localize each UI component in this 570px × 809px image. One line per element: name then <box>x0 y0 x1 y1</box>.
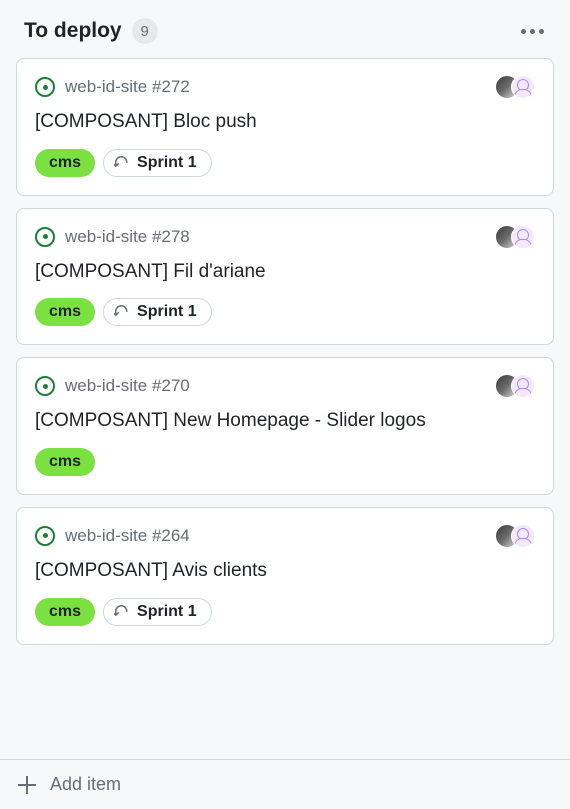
iteration-icon <box>114 304 130 320</box>
open-issue-icon <box>35 77 55 97</box>
repo-reference[interactable]: web-id-site #272 <box>65 77 190 97</box>
avatar <box>511 524 535 548</box>
labels-row: cms Sprint 1 <box>35 298 535 326</box>
sprint-label[interactable]: Sprint 1 <box>103 598 212 626</box>
cards-list: web-id-site #272 [COMPOSANT] Bloc push c… <box>8 58 562 801</box>
assignees[interactable] <box>495 524 535 548</box>
sprint-label[interactable]: Sprint 1 <box>103 298 212 326</box>
issue-title[interactable]: [COMPOSANT] Avis clients <box>35 558 535 584</box>
iteration-icon <box>114 155 130 171</box>
card-header: web-id-site #278 <box>35 225 535 249</box>
column-menu-button[interactable] <box>515 23 550 40</box>
issue-card[interactable]: web-id-site #278 [COMPOSANT] Fil d'arian… <box>16 208 554 346</box>
issue-title[interactable]: [COMPOSANT] New Homepage - Slider logos <box>35 408 535 434</box>
kanban-column: To deploy 9 web-id-site #272 [COMPOSANT]… <box>0 0 570 809</box>
iteration-icon <box>114 604 130 620</box>
cms-label[interactable]: cms <box>35 448 95 476</box>
column-title-wrap: To deploy 9 <box>24 18 158 44</box>
card-header: web-id-site #270 <box>35 374 535 398</box>
issue-title[interactable]: [COMPOSANT] Bloc push <box>35 109 535 135</box>
card-meta: web-id-site #264 <box>35 526 190 546</box>
sprint-label[interactable]: Sprint 1 <box>103 149 212 177</box>
assignees[interactable] <box>495 374 535 398</box>
card-header: web-id-site #264 <box>35 524 535 548</box>
repo-reference[interactable]: web-id-site #264 <box>65 526 190 546</box>
avatar <box>511 374 535 398</box>
kebab-icon <box>521 29 526 34</box>
open-issue-icon <box>35 526 55 546</box>
plus-icon <box>18 776 36 794</box>
add-item-button[interactable]: Add item <box>0 759 570 809</box>
avatar <box>511 75 535 99</box>
sprint-text: Sprint 1 <box>137 154 197 172</box>
card-meta: web-id-site #278 <box>35 227 190 247</box>
column-title: To deploy <box>24 19 122 43</box>
kebab-icon <box>539 29 544 34</box>
card-meta: web-id-site #272 <box>35 77 190 97</box>
labels-row: cms Sprint 1 <box>35 149 535 177</box>
sprint-text: Sprint 1 <box>137 603 197 621</box>
count-badge: 9 <box>132 18 158 44</box>
issue-card[interactable]: web-id-site #270 [COMPOSANT] New Homepag… <box>16 357 554 495</box>
card-meta: web-id-site #270 <box>35 376 190 396</box>
kebab-icon <box>530 29 535 34</box>
labels-row: cms <box>35 448 535 476</box>
avatar <box>511 225 535 249</box>
issue-card[interactable]: web-id-site #264 [COMPOSANT] Avis client… <box>16 507 554 645</box>
repo-reference[interactable]: web-id-site #278 <box>65 227 190 247</box>
open-issue-icon <box>35 376 55 396</box>
column-header: To deploy 9 <box>8 8 562 58</box>
cms-label[interactable]: cms <box>35 598 95 626</box>
card-header: web-id-site #272 <box>35 75 535 99</box>
repo-reference[interactable]: web-id-site #270 <box>65 376 190 396</box>
cms-label[interactable]: cms <box>35 298 95 326</box>
open-issue-icon <box>35 227 55 247</box>
issue-title[interactable]: [COMPOSANT] Fil d'ariane <box>35 259 535 285</box>
sprint-text: Sprint 1 <box>137 303 197 321</box>
assignees[interactable] <box>495 75 535 99</box>
cms-label[interactable]: cms <box>35 149 95 177</box>
assignees[interactable] <box>495 225 535 249</box>
issue-card[interactable]: web-id-site #272 [COMPOSANT] Bloc push c… <box>16 58 554 196</box>
labels-row: cms Sprint 1 <box>35 598 535 626</box>
add-item-label: Add item <box>50 774 121 795</box>
